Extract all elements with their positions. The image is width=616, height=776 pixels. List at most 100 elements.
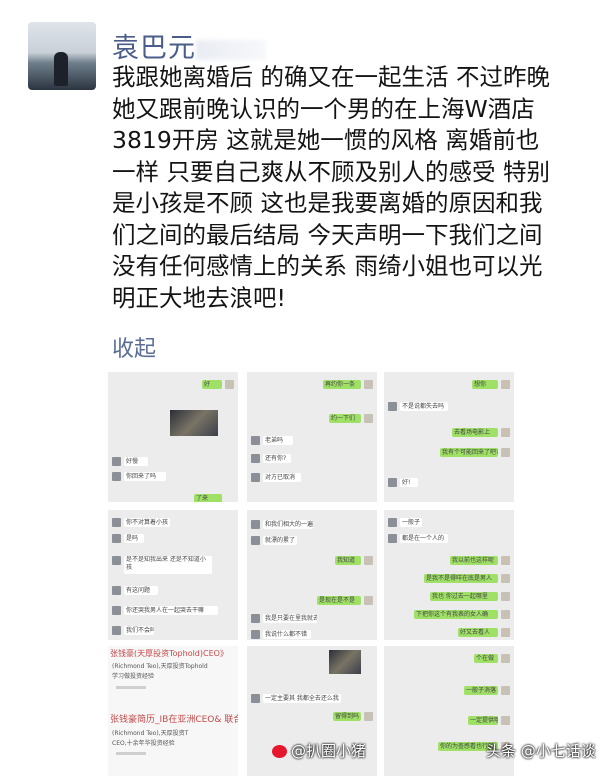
chat-bubble: 我知道 [335,556,361,565]
chat-screenshot-2[interactable]: 再约你一条 约一下们 老弟吗 还有你? 对方已取消 [247,372,377,502]
image-grid: 好 好慢 你回来了吗 了来 再约你一条 约一下们 老弟吗 还有你? 对方已取消 … [108,372,516,776]
chat-avatar [112,472,121,481]
chat-avatar [364,380,373,389]
news-snippet: (Richmond Teo),天厚投资Tophold [112,663,208,670]
user-avatar[interactable] [28,22,96,90]
chat-avatar [501,380,510,389]
news-meta [116,752,146,755]
chat-bubble: 是我不是得咩在底是男人 [424,574,498,583]
chat-avatar [364,712,373,721]
username-text: 袁巴元 [112,33,196,64]
chat-avatar [501,716,510,725]
chat-bubble: 一般子 [400,518,422,527]
chat-bubble: 是现在是不是 [317,596,361,605]
chat-bubble: 想你 [472,380,498,389]
chat-bubble: 都是在一个人的 [400,534,448,543]
chat-avatar [388,534,397,543]
chat-bubble: 我也 你过去一起哪里 [430,592,498,601]
weibo-watermark-text: @扒圈小猪 [291,742,367,760]
news-meta [116,686,146,689]
chat-avatar [251,520,260,529]
chat-avatar [388,478,397,487]
chat-bubble: 我说什么都不错 [263,630,311,639]
chat-avatar [225,380,234,389]
chat-screenshot-4[interactable]: 你不对算着小孩 是吗 是不是知我出来 还是不知道小孩 有这问题 你还哭我男人在一… [108,510,238,640]
news-headline: 张钱豪简历_IB在亚洲CEO& 联合 [110,715,238,725]
chat-avatar [501,428,510,437]
chat-avatar [501,628,510,637]
chat-screenshot-6[interactable]: 一般子 都是在一个人的 我以前也这样呢 是我不是得咩在底是男人 我也 你过去一起… [384,510,514,640]
chat-avatar [112,457,121,466]
toutiao-watermark: 头条 @小七话谈 [486,742,596,760]
chat-bubble: 就漂的累了 [263,536,297,545]
chat-bubble: 一定提供哦 [468,716,498,725]
chat-bubble: 和我们相大的一遍 [263,520,313,529]
weibo-icon [272,745,287,758]
chat-screenshot-5[interactable]: 和我们相大的一遍 就漂的累了 我知道 是现在是不是 我是只要在里我就去 我说什么… [247,510,377,640]
post-line: 明正大地去浪吧! [112,283,286,312]
chat-avatar [388,402,397,411]
weibo-watermark: @扒圈小猪 [272,740,366,761]
chat-bubble: 去看场电影上 [452,428,498,437]
chat-avatar [501,610,510,619]
chat-bubble: 对方已取消 [263,473,301,482]
chat-avatar [112,626,121,635]
chat-avatar [501,574,510,583]
chat-photo [329,650,361,674]
chat-bubble: 再约你一条 [323,380,361,389]
chat-bubble: 不是说都失去吗 [400,402,448,411]
post-line: 3819开房 这就是她一惯的风格 离婚前也 [112,126,540,154]
chat-bubble: 我是只要在里我就去 [263,614,317,623]
post-line: 我跟她离婚后 的确又在一起生活 不过昨晚 [112,63,550,91]
chat-avatar [501,556,510,565]
chat-bubble: 个在做 [474,654,498,663]
avatar-figure [54,52,68,86]
post-line: 她又跟前晚认识的一个男的在上海W酒店 [112,94,535,123]
news-screenshot[interactable]: 张钱豪(天厚投资Tophold)CEO》 (Richmond Teo),天厚投资… [108,646,238,776]
chat-bubble: 约一下们 [329,414,361,423]
news-snippet: 学习做投资经验 [112,673,155,680]
chat-screenshot-3[interactable]: 想你 不是说都失去吗 去看场电影上 我有个可能回来了吧? 好! [384,372,514,502]
chat-avatar [364,556,373,565]
post-line: 们之间的最后结局 今天声明一下我们之间 [112,220,543,249]
chat-bubble: 一般子消落 [464,686,498,695]
chat-avatar [112,586,121,595]
chat-avatar [364,596,373,605]
chat-bubble: 你回来了吗 [124,472,166,481]
chat-avatar [388,518,397,527]
collapse-link[interactable]: 收起 [112,331,156,363]
news-headline: 张钱豪(天厚投资Tophold)CEO》 [110,649,228,658]
chat-bubble: 留得到吗 [333,712,361,721]
chat-avatar [112,534,121,543]
chat-bubble: 下把你这个有我表的女人确 [414,610,498,619]
chat-avatar [501,686,510,695]
chat-bubble: 还有你? [263,454,291,463]
chat-bubble: 我有个可能回来了吧? [440,448,498,457]
username-blur [196,39,266,60]
post-line: 是小孩是不顾 这也是我要离婚的原因和我 [112,189,543,217]
chat-avatar [501,592,510,601]
chat-avatar [251,614,260,623]
chat-bubble: 是不是知我出来 还是不知道小孩 [124,556,212,574]
chat-screenshot-1[interactable]: 好 好慢 你回来了吗 了来 [108,372,238,502]
post-text: 我跟她离婚后 的确又在一起生活 不过昨晚 她又跟前晚认识的一个男的在上海W酒店 … [112,62,602,314]
chat-avatar [251,436,260,445]
chat-bubble: 好又去看人 [458,628,498,637]
chat-avatar [251,536,260,545]
chat-bubble: 我以前也这样呢 [450,556,498,565]
chat-bubble: 了来 [194,494,222,502]
username[interactable]: 袁巴元 [112,26,266,65]
chat-bubble: 你还哭我男人在一起哭去干嘛 [124,606,218,615]
chat-bubble: 老弟吗 [263,436,293,445]
chat-bubble: 好! [400,478,418,487]
chat-bubble: 是吗 [124,534,144,543]
news-snippet: CEO,十余年华投资经验 [112,740,175,747]
chat-avatar [501,448,510,457]
chat-avatar [251,630,260,639]
chat-bubble: 好慢 [124,457,148,466]
chat-bubble: 你不对算着小孩 [124,518,170,527]
chat-avatar [251,473,260,482]
chat-avatar [364,414,373,423]
chat-avatar [112,518,121,527]
chat-avatar [251,454,260,463]
